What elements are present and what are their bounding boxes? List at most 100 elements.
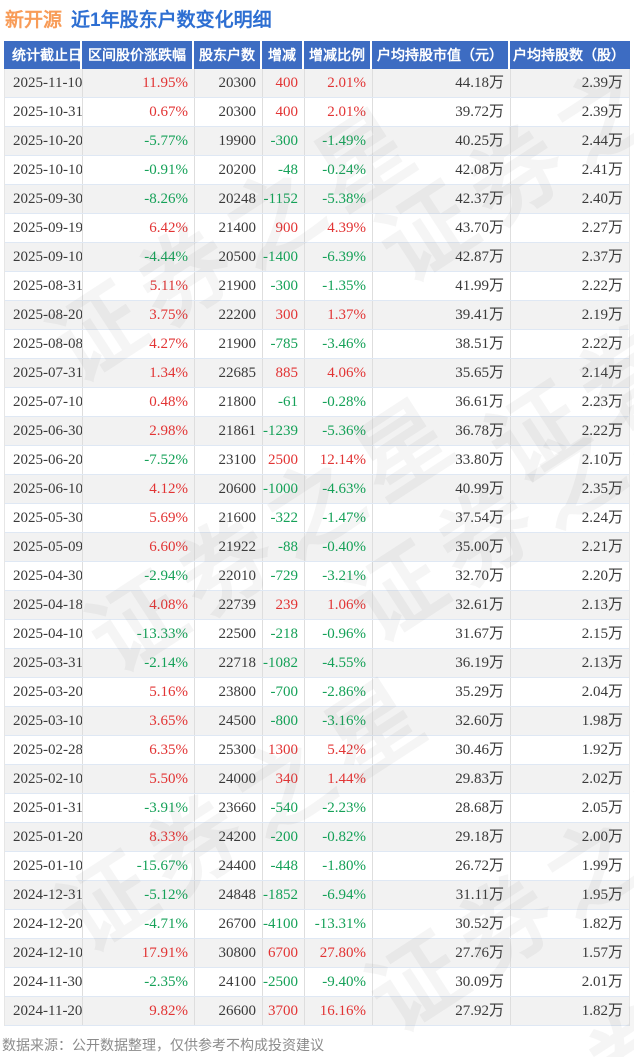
cell-avg-shares: 2.22万 [581,278,623,294]
cell-holder-delta: -1082 [263,649,305,677]
table-row: 2024-12-20 -4.71% 26700 -4100 -13.31% 30.52万 1… [5,910,629,939]
cell-holder-delta-pct: -4.63% [305,475,373,503]
col-header-avg-shares: 户均持股数（股） [513,47,625,63]
cell-price-change-pct: 5.69% [83,504,195,532]
cell-date: 2025-11-10 [5,69,83,97]
cell-holder-delta: -729 [263,562,305,590]
cell-price-change-pct: 6.60% [83,533,195,561]
cell-date: 2024-12-20 [5,910,83,938]
table-row: 2025-07-31 1.34% 22685 885 4.06% 35.65万 2.14万 [5,359,629,388]
cell-holder-delta: -48 [263,156,305,184]
table-row: 2025-03-10 3.65% 24500 -800 -3.16% 32.60万 1.98… [5,707,629,736]
cell-price-change-pct: -13.33% [83,620,195,648]
cell-holder-count: 21900 [195,272,263,300]
cell-avg-market-value: 29.83万 [373,765,511,793]
cell-avg-market-value: 39.41万 [373,301,511,329]
cell-holder-count: 30800 [195,939,263,967]
cell-holder-count: 24400 [195,852,263,880]
cell-price-change-pct: -4.71% [83,910,195,938]
cell-holder-delta-pct: 1.06% [305,591,373,619]
cell-avg-market-value: 30.09万 [373,968,511,996]
cell-holder-count: 24200 [195,823,263,851]
table-row: 2025-11-10 11.95% 20300 400 2.01% 44.18万 2.39万 [5,69,629,98]
cell-holder-delta-pct: 4.06% [305,359,373,387]
cell-holder-delta-pct: -5.38% [305,185,373,213]
table-row: 2025-04-18 4.08% 22739 239 1.06% 32.61万 2.13万 [5,591,629,620]
cell-holder-delta-pct: -0.40% [305,533,373,561]
cell-avg-shares: 2.02万 [581,771,623,787]
table-row: 2025-07-10 0.48% 21800 -61 -0.28% 36.61万 2.23万 [5,388,629,417]
cell-holder-delta-pct: -1.47% [305,504,373,532]
col-header-date: 统计截止日 [4,41,82,69]
cell-holder-count: 21900 [195,330,263,358]
cell-holder-delta: -800 [263,707,305,735]
cell-price-change-pct: 5.50% [83,765,195,793]
cell-holder-count: 20248 [195,185,263,213]
cell-price-change-pct: 4.12% [83,475,195,503]
cell-avg-shares: 2.01万 [581,974,623,990]
cell-holder-delta-pct: -0.82% [305,823,373,851]
cell-holder-delta-pct: -1.80% [305,852,373,880]
cell-holder-delta: -700 [263,678,305,706]
cell-avg-shares: 2.13万 [581,597,623,613]
table-row: 2025-10-20 -5.77% 19900 -300 -1.49% 40.25万 2.4… [5,127,629,156]
cell-avg-shares: 2.23万 [581,394,623,410]
cell-holder-delta: -300 [263,127,305,155]
cell-avg-shares: 2.13万 [581,655,623,671]
cell-avg-market-value: 41.99万 [373,272,511,300]
cell-holder-delta: 300 [263,301,305,329]
cell-holder-delta: 6700 [263,939,305,967]
cell-price-change-pct: -7.52% [83,446,195,474]
cell-date: 2025-06-10 [5,475,83,503]
cell-date: 2025-05-30 [5,504,83,532]
cell-date: 2025-02-10 [5,765,83,793]
table-row: 2025-10-10 -0.91% 20200 -48 -0.24% 42.08万 2.41… [5,156,629,185]
cell-date: 2025-06-20 [5,446,83,474]
cell-price-change-pct: 11.95% [83,69,195,97]
table-body: 2025-11-10 11.95% 20300 400 2.01% 44.18万 2.39万… [4,69,630,1026]
cell-date: 2024-11-30 [5,968,83,996]
cell-holder-delta-pct: -6.94% [305,881,373,909]
table-row: 2025-04-30 -2.94% 22010 -729 -3.21% 32.70万 2.2… [5,562,629,591]
cell-avg-shares: 2.20万 [581,568,623,584]
cell-avg-shares: 1.57万 [581,945,623,961]
cell-avg-market-value: 44.18万 [373,69,511,97]
cell-holder-count: 20300 [195,98,263,126]
cell-price-change-pct: 17.91% [83,939,195,967]
table-row: 2025-01-10 -15.67% 24400 -448 -1.80% 26.72万 1.… [5,852,629,881]
cell-date: 2025-08-31 [5,272,83,300]
col-header-avg-market-value: 户均持股市值（元） [372,41,510,69]
cell-avg-shares: 1.82万 [581,1003,623,1019]
table-row: 2024-12-10 17.91% 30800 6700 27.80% 27.76万 1.5… [5,939,629,968]
cell-date: 2025-03-31 [5,649,83,677]
cell-holder-delta-pct: -1.49% [305,127,373,155]
table-row: 2025-06-10 4.12% 20600 -1000 -4.63% 40.99万 2.3… [5,475,629,504]
cell-holder-delta: -540 [263,794,305,822]
cell-holder-delta-pct: 16.16% [305,997,373,1025]
table-row: 2025-05-09 6.60% 21922 -88 -0.40% 35.00万 2.21万 [5,533,629,562]
cell-avg-market-value: 30.52万 [373,910,511,938]
cell-date: 2025-09-30 [5,185,83,213]
cell-holder-count: 20200 [195,156,263,184]
table-row: 2025-08-31 5.11% 21900 -300 -1.35% 41.99万 2.22… [5,272,629,301]
cell-avg-market-value: 26.72万 [373,852,511,880]
cell-date: 2025-04-10 [5,620,83,648]
cell-holder-count: 25300 [195,736,263,764]
cell-avg-shares: 2.04万 [581,684,623,700]
cell-avg-market-value: 29.18万 [373,823,511,851]
cell-avg-market-value: 40.99万 [373,475,511,503]
cell-avg-market-value: 32.70万 [373,562,511,590]
cell-avg-shares: 1.92万 [581,742,623,758]
cell-price-change-pct: 2.98% [83,417,195,445]
cell-holder-delta-pct: -3.21% [305,562,373,590]
cell-avg-shares: 2.35万 [581,481,623,497]
cell-price-change-pct: 6.42% [83,214,195,242]
cell-holder-delta-pct: -2.86% [305,678,373,706]
table-header-row: 统计截止日 区间股价涨跌幅 股东户数 增减 增减比例 户均持股市值（元） 户均持股数（股） [4,41,630,69]
cell-holder-delta: -1239 [263,417,305,445]
table-row: 2025-05-30 5.69% 21600 -322 -1.47% 37.54万 2.24… [5,504,629,533]
cell-holder-delta: 239 [263,591,305,619]
cell-price-change-pct: -5.12% [83,881,195,909]
cell-date: 2025-01-31 [5,794,83,822]
col-header-price-change-pct: 区间股价涨跌幅 [82,41,194,69]
